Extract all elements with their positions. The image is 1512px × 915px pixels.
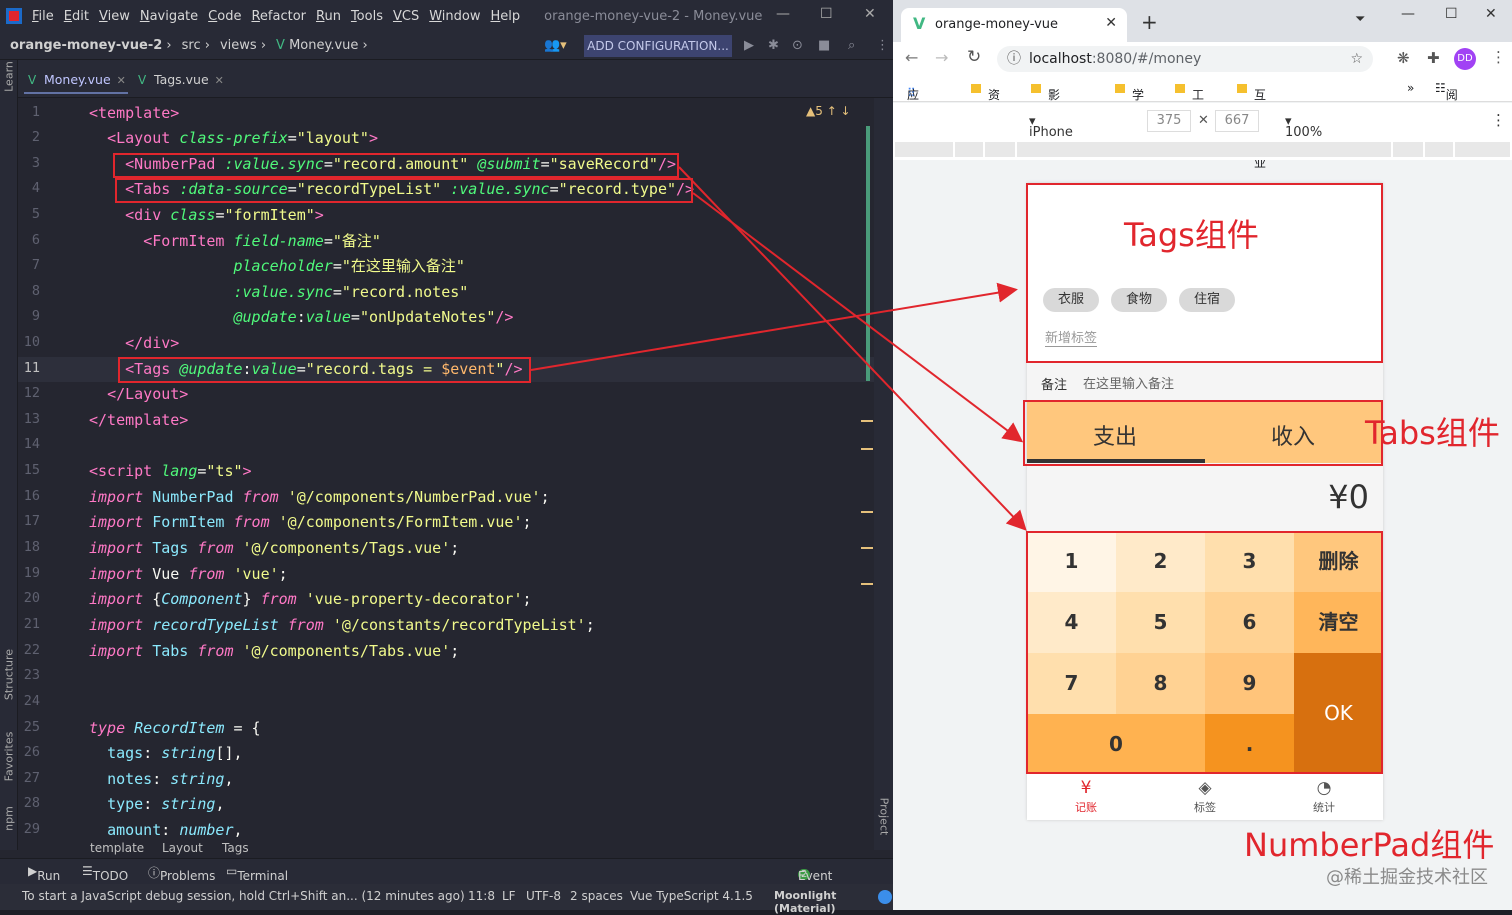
watermark: @稀土掘金技术社区 xyxy=(1326,867,1488,888)
arrow-tags xyxy=(530,282,1018,371)
arrow-tabs xyxy=(692,192,1024,443)
annotation-arrows xyxy=(530,166,1027,531)
